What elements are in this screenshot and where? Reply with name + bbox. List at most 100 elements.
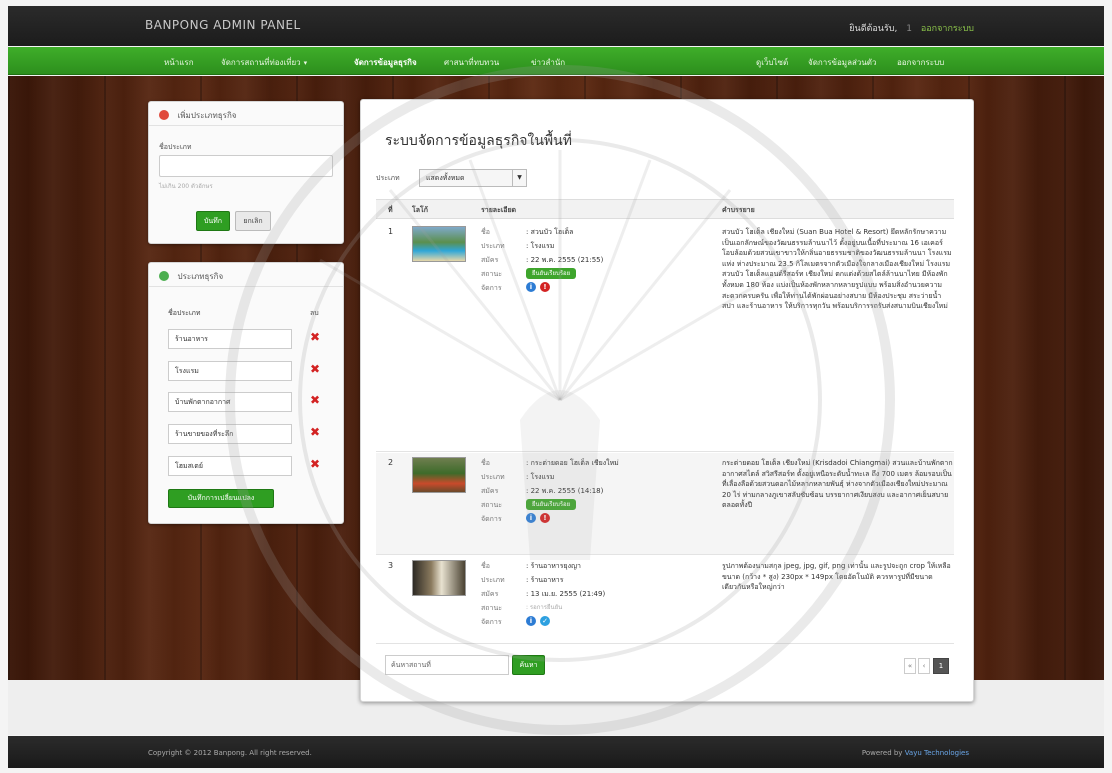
business-type: : โรงแรม [526, 242, 555, 250]
row-detail: ชื่อ : กระต่ายดอย โฮเต็ล เชียงใหม่ ประเภ… [481, 458, 711, 548]
detail-key: สมัคร [481, 487, 499, 495]
pager-page[interactable]: 1 [933, 658, 949, 674]
business-type: : ร้านอาหาร [526, 576, 564, 584]
col-desc: คำบรรยาย [722, 206, 755, 214]
brand-title[interactable]: BANPONG ADMIN PANEL [145, 18, 301, 32]
business-name: : ร้านอาหารยุงญา [526, 562, 581, 570]
delete-icon[interactable]: ! [540, 282, 550, 292]
type-name-label: ชื่อประเภท [159, 143, 192, 151]
pencil-icon [159, 110, 169, 120]
filter-value: แสดงทั้งหมด [426, 174, 465, 182]
filter-label: ประเภท [376, 174, 400, 182]
detail-key: สถานะ [481, 604, 502, 612]
save-changes-button[interactable]: บันทึกการเปลี่ยนแปลง [168, 489, 274, 508]
check-icon[interactable]: ✓ [540, 616, 550, 626]
nav-news[interactable]: ข่าวสำนัก [531, 56, 565, 69]
search-input[interactable]: ค้นหาสถานที่ [385, 655, 509, 675]
register-date: : 22 พ.ค. 2555 (14:18) [526, 487, 604, 495]
delete-icon[interactable]: ✖ [310, 330, 320, 344]
main-nav: หน้าแรก จัดการสถานที่ท่องเที่ยว ▾ จัดการข… [8, 47, 1104, 75]
page-title: ระบบจัดการข้อมูลธุรกิจในพื้นที่ [385, 133, 572, 149]
add-type-header: เพิ่มประเภทธุรกิจ [149, 102, 343, 126]
pager-first[interactable]: « [904, 658, 916, 674]
detail-key: ประเภท [481, 473, 505, 481]
detail-key: สมัคร [481, 590, 499, 598]
table-header: ที่ โลโก้ รายละเอียด คำบรรยาย [376, 199, 954, 219]
delete-icon[interactable]: ✖ [310, 393, 320, 407]
register-date: : 22 พ.ค. 2555 (21:55) [526, 256, 604, 264]
table-row: 2 ชื่อ : กระต่ายดอย โฮเต็ล เชียงใหม่ ประ… [376, 453, 954, 555]
chevron-down-icon: ▾ [303, 59, 308, 67]
business-description: กระต่ายดอย โฮเต็ล เชียงใหม่ (Krisdadoi C… [722, 459, 953, 510]
business-description: รูปภาพต้องนามสกุล jpeg, jpg, gif, png เท… [722, 562, 951, 592]
status-badge: : รอการยืนยัน [526, 604, 563, 611]
col-type-name: ชื่อประเภท [168, 309, 201, 317]
detail-key: ชื่อ [481, 459, 490, 467]
type-item-input[interactable]: ร้านขายของที่ระลึก [168, 424, 292, 444]
type-item-input[interactable]: ร้านอาหาร [168, 329, 292, 349]
nav-profile[interactable]: จัดการข้อมูลส่วนตัว [808, 56, 877, 69]
delete-icon[interactable]: ! [540, 513, 550, 523]
col-detail: รายละเอียด [481, 206, 517, 214]
top-header: BANPONG ADMIN PANEL ยินดีต้อนรับ, 1 ออกจ… [8, 6, 1104, 46]
col-num: ที่ [388, 206, 393, 214]
user-number: 1 [906, 24, 912, 34]
type-list-header: ประเภทธุรกิจ [149, 263, 343, 287]
type-name-input[interactable] [159, 155, 333, 177]
business-logo [412, 560, 466, 596]
pager-prev[interactable]: ‹ [918, 658, 930, 674]
type-item-input[interactable]: โรงแรม [168, 361, 292, 381]
type-item-input[interactable]: บ้านพักตากอากาศ [168, 392, 292, 412]
row-number: 2 [388, 458, 394, 467]
detail-key: ชื่อ [481, 562, 490, 570]
detail-key: ชื่อ [481, 228, 490, 236]
info-icon[interactable]: i [526, 616, 536, 626]
add-type-title: เพิ่มประเภทธุรกิจ [177, 111, 237, 120]
copyright-text: Copyright © 2012 Banpong. All right rese… [148, 749, 312, 757]
business-logo [412, 226, 466, 262]
business-name: : สวนบัว โฮเต็ล [526, 228, 574, 236]
status-badge: ยืนยันเรียบร้อย [526, 499, 577, 510]
powered-link[interactable]: Vayu Technologies [905, 749, 969, 757]
footer: Copyright © 2012 Banpong. All right rese… [8, 736, 1104, 768]
status-badge: ยืนยันเรียบร้อย [526, 268, 577, 279]
type-filter-select[interactable]: แสดงทั้งหมด ▼ [419, 169, 527, 187]
detail-key: จัดการ [481, 284, 502, 292]
list-icon [159, 271, 169, 281]
nav-attractions[interactable]: จัดการสถานที่ท่องเที่ยว ▾ [221, 56, 307, 69]
main-panel: ระบบจัดการข้อมูลธุรกิจในพื้นที่ ประเภท แ… [360, 99, 974, 702]
register-date: : 13 เม.ย. 2555 (21:49) [526, 590, 606, 598]
type-list-title: ประเภทธุรกิจ [177, 272, 224, 281]
detail-key: ประเภท [481, 576, 505, 584]
row-detail: ชื่อ : สวนบัว โฮเต็ล ประเภท : โรงแรม สมั… [481, 227, 711, 317]
nav-view-site[interactable]: ดูเว็บไซต์ [756, 56, 788, 69]
info-icon[interactable]: i [526, 513, 536, 523]
save-button[interactable]: บันทึก [196, 211, 230, 231]
nav-religion[interactable]: ศาสนาที่ทบทวน [444, 56, 499, 69]
type-name-hint: ไม่เกิน 200 ตัวอักษร [159, 183, 213, 190]
delete-icon[interactable]: ✖ [310, 425, 320, 439]
row-number: 1 [388, 227, 394, 236]
type-item-input[interactable]: โฮมสเตย์ [168, 456, 292, 476]
detail-key: จัดการ [481, 618, 502, 626]
delete-icon[interactable]: ✖ [310, 457, 320, 471]
detail-key: ประเภท [481, 242, 505, 250]
table-row: 1 ชื่อ : สวนบัว โฮเต็ล ประเภท : โรงแรม ส… [376, 222, 954, 452]
business-logo [412, 457, 466, 493]
logout-link[interactable]: ออกจากระบบ [921, 24, 974, 34]
powered-prefix: Powered by [861, 749, 903, 757]
col-logo: โลโก้ [412, 206, 429, 214]
cancel-button[interactable]: ยกเลิก [235, 211, 271, 231]
search-button[interactable]: ค้นหา [512, 655, 545, 675]
nav-business[interactable]: จัดการข้อมูลธุรกิจ [354, 56, 417, 69]
business-type: : โรงแรม [526, 473, 555, 481]
delete-icon[interactable]: ✖ [310, 362, 320, 376]
detail-key: จัดการ [481, 515, 502, 523]
user-area: ยินดีต้อนรับ, 1 ออกจากระบบ [849, 21, 974, 35]
nav-logout[interactable]: ออกจากระบบ [897, 56, 944, 69]
row-detail: ชื่อ : ร้านอาหารยุงญา ประเภท : ร้านอาหาร… [481, 561, 711, 641]
nav-home[interactable]: หน้าแรก [164, 56, 194, 69]
powered-by: Powered by Vayu Technologies [862, 749, 969, 757]
business-name: : กระต่ายดอย โฮเต็ล เชียงใหม่ [526, 459, 619, 467]
info-icon[interactable]: i [526, 282, 536, 292]
